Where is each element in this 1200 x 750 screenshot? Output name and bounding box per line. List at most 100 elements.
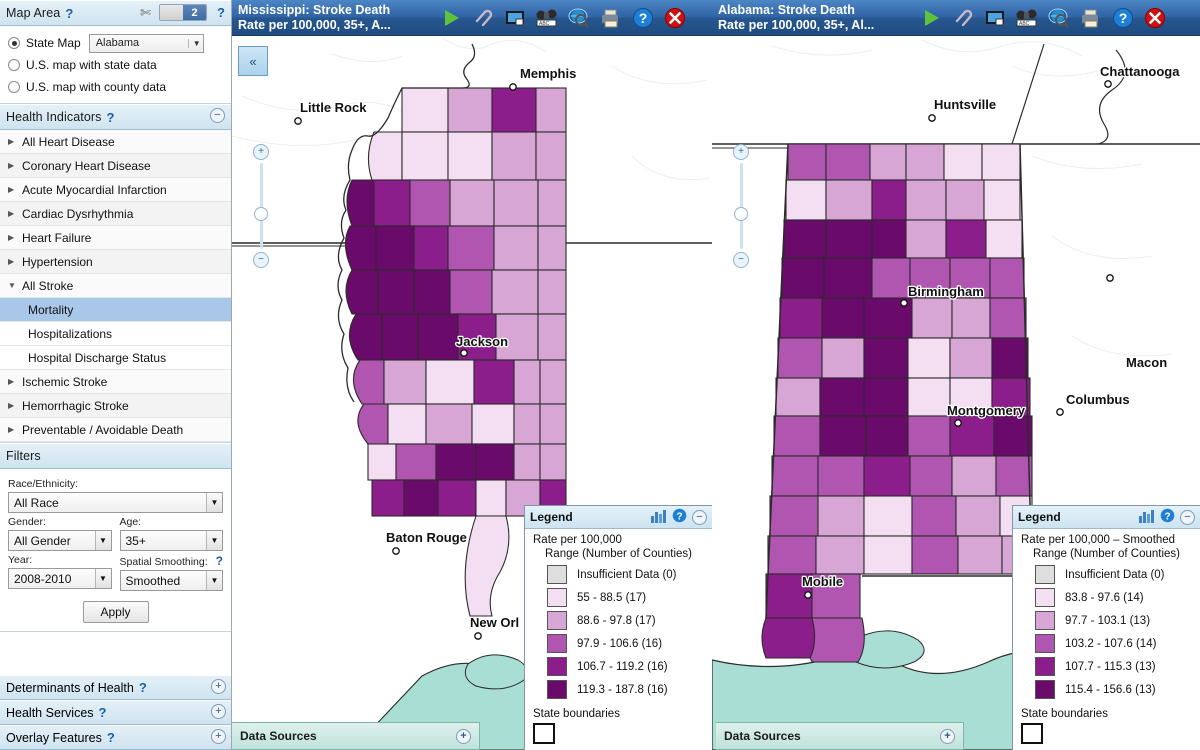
play-icon[interactable] <box>438 5 464 31</box>
radio-us-county-data[interactable] <box>8 81 20 93</box>
link-icon[interactable] <box>470 5 496 31</box>
data-sources-bar-right[interactable]: Data Sources + <box>716 722 964 750</box>
radio-state-map[interactable] <box>8 37 20 49</box>
indicator-hemorrhagic-stroke[interactable]: ▶ Hemorrhagic Stroke <box>0 394 231 418</box>
data-sources-expand-icon[interactable]: + <box>456 728 471 744</box>
race-select[interactable]: All Race ▼ <box>8 492 223 513</box>
binoculars-icon[interactable]: ABC <box>534 5 560 31</box>
map-area-help-icon[interactable]: ? <box>65 6 73 21</box>
map-area-option-us-state-data[interactable]: U.S. map with state data <box>8 55 223 75</box>
map-area-option-us-county-data[interactable]: U.S. map with county data <box>8 77 223 97</box>
data-sources-bar-left[interactable]: Data Sources + <box>232 722 480 750</box>
legend-entry-label: 97.9 - 106.6 (16) <box>577 637 663 650</box>
legend-subtitle: Range (Number of Counties) <box>545 548 693 560</box>
indicator-hypertension[interactable]: ▶ Hypertension <box>0 250 231 274</box>
help-icon[interactable]: ? <box>1110 5 1136 31</box>
map-area-title: Map Area <box>6 6 61 20</box>
globe-search-icon[interactable] <box>1046 5 1072 31</box>
gender-select-value: All Gender <box>14 533 71 548</box>
legend-entry-label: 88.6 - 97.8 (17) <box>577 614 656 627</box>
collapsed-sections: Determinants of Health ? + Health Servic… <box>0 675 231 750</box>
legend-entry: 103.2 - 107.6 (14) <box>1021 632 1192 655</box>
bar-chart-icon[interactable] <box>1138 509 1155 526</box>
zoom-control-right[interactable]: + − <box>732 144 750 268</box>
smoothing-select[interactable]: Smoothed ▼ <box>119 570 223 591</box>
age-select[interactable]: 35+ ▼ <box>119 530 223 551</box>
bar-chart-icon[interactable] <box>650 509 667 526</box>
section-determinants-of-health[interactable]: Determinants of Health ? + <box>0 675 231 700</box>
collapse-panel-button-left[interactable]: « <box>238 46 268 76</box>
chevron-down-icon: ▼ <box>94 531 111 550</box>
zoom-control-left[interactable]: + − <box>252 144 270 268</box>
binoculars-icon[interactable]: ABC <box>1014 5 1040 31</box>
indicator-hospitalizations[interactable]: Hospitalizations <box>0 322 231 346</box>
help-icon[interactable]: ? <box>630 5 656 31</box>
map-count-toggle-one[interactable] <box>160 5 184 20</box>
legend-collapse-icon[interactable]: − <box>1180 509 1195 525</box>
indicator-coronary-heart-disease[interactable]: ▶ Coronary Heart Disease <box>0 154 231 178</box>
apply-button[interactable]: Apply <box>82 601 149 623</box>
map-canvas-alabama[interactable]: Chattanooga Huntsville Birmingham Montgo… <box>712 36 1200 750</box>
zoom-out-button-right[interactable]: − <box>733 252 749 268</box>
screen-icon[interactable] <box>502 5 528 31</box>
zoom-slider-thumb-left[interactable] <box>254 207 268 221</box>
print-icon[interactable] <box>1078 5 1104 31</box>
map-count-toggle-two[interactable]: 2 <box>183 5 207 20</box>
legend-collapse-icon[interactable]: − <box>692 509 707 525</box>
indicator-all-heart-disease[interactable]: ▶ All Heart Disease <box>0 130 231 154</box>
indicator-cardiac-dysrhythmia[interactable]: ▶ Cardiac Dysrhythmia <box>0 202 231 226</box>
indicator-heart-failure[interactable]: ▶ Heart Failure <box>0 226 231 250</box>
indicator-hospital-discharge-status[interactable]: Hospital Discharge Status <box>0 346 231 370</box>
close-icon[interactable] <box>662 5 688 31</box>
map-count-help-icon[interactable]: ? <box>217 5 225 20</box>
section-health-services[interactable]: Health Services ? + <box>0 700 231 725</box>
determinants-help-icon[interactable]: ? <box>139 680 147 695</box>
radio-us-state-data[interactable] <box>8 59 20 71</box>
section-overlay-features[interactable]: Overlay Features ? + <box>0 725 231 750</box>
determinants-expand-icon[interactable]: + <box>211 679 226 694</box>
data-sources-expand-icon[interactable]: + <box>940 728 955 744</box>
zoom-in-button-left[interactable]: + <box>253 144 269 160</box>
legend-help-icon[interactable]: ? <box>1160 508 1175 526</box>
map-count-toggle[interactable]: 2 <box>159 4 208 21</box>
legend-entry: 106.7 - 119.2 (16) <box>533 655 704 678</box>
health-indicators-help-icon[interactable]: ? <box>107 110 115 125</box>
health-services-help-icon[interactable]: ? <box>99 705 107 720</box>
state-select[interactable]: Alabama ▼ <box>88 33 204 53</box>
indicator-all-stroke[interactable]: ▼ All Stroke <box>0 274 231 298</box>
legend-swatch-4 <box>1035 657 1055 676</box>
gender-select[interactable]: All Gender ▼ <box>8 530 112 551</box>
legend-entry-label: 115.4 - 156.6 (13) <box>1065 683 1156 696</box>
year-select[interactable]: 2008-2010 ▼ <box>8 568 112 589</box>
zoom-slider-track-left[interactable] <box>254 163 268 249</box>
play-icon[interactable] <box>918 5 944 31</box>
screen-icon[interactable] <box>982 5 1008 31</box>
indicator-ischemic-stroke[interactable]: ▶ Ischemic Stroke <box>0 370 231 394</box>
scissors-icon[interactable]: ✄ <box>140 5 151 21</box>
legend-entry-label: 97.7 - 103.1 (13) <box>1065 614 1151 627</box>
health-indicators-collapse-icon[interactable]: − <box>210 108 225 123</box>
legend-help-icon[interactable]: ? <box>672 508 687 526</box>
map-canvas-mississippi[interactable]: Memphis Little Rock Jackson Baton Rouge … <box>232 36 712 750</box>
chevron-right-icon: ▶ <box>8 425 15 434</box>
print-icon[interactable] <box>598 5 624 31</box>
zoom-slider-thumb-right[interactable] <box>734 207 748 221</box>
indicator-acute-myocardial-infarction[interactable]: ▶ Acute Myocardial Infarction <box>0 178 231 202</box>
smoothing-help-icon[interactable]: ? <box>216 554 223 568</box>
zoom-slider-track-right[interactable] <box>734 163 748 249</box>
overlay-features-help-icon[interactable]: ? <box>107 730 115 745</box>
gender-label: Gender: <box>8 516 46 528</box>
indicator-preventable-avoidable-death[interactable]: ▶ Preventable / Avoidable Death <box>0 418 231 442</box>
indicator-mortality[interactable]: Mortality <box>0 298 231 322</box>
map-area-option-state-map[interactable]: State Map Alabama ▼ <box>8 33 223 53</box>
year-select-value: 2008-2010 <box>14 571 72 586</box>
close-icon[interactable] <box>1142 5 1168 31</box>
map-area-option-label: State Map <box>26 36 81 50</box>
zoom-in-button-right[interactable]: + <box>733 144 749 160</box>
health-services-expand-icon[interactable]: + <box>211 704 226 719</box>
zoom-out-button-left[interactable]: − <box>253 252 269 268</box>
chevron-right-icon: ▶ <box>8 137 15 146</box>
link-icon[interactable] <box>950 5 976 31</box>
globe-search-icon[interactable] <box>566 5 592 31</box>
overlay-features-expand-icon[interactable]: + <box>211 729 226 744</box>
